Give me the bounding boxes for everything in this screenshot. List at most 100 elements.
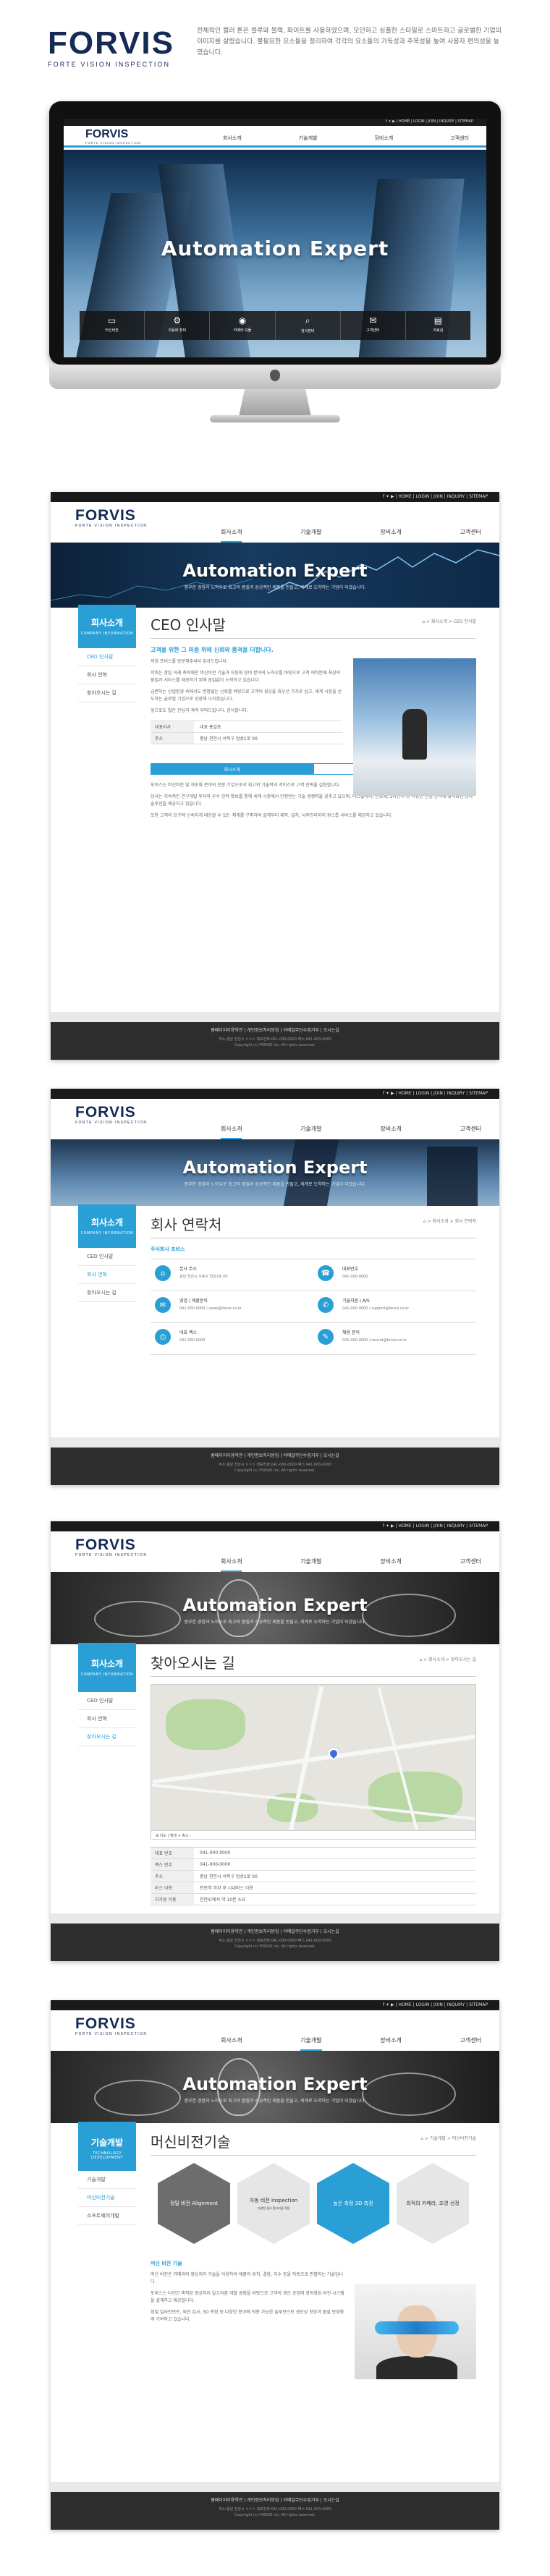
ceo-message: 고객을 위한 그 마음 위에 신뢰와 품격을 더합니다. 저희 포비스를 방문해… [151, 646, 342, 744]
quick-menu-item[interactable]: ▤ 자료실 [405, 311, 471, 340]
vision-photo [355, 2284, 476, 2379]
side-menu-item[interactable]: 소프트웨어개발 [78, 2207, 136, 2225]
map-controls[interactable]: ⊞ 지도 | 확대 + 축소 - [151, 1830, 475, 1839]
tab-paragraph: 당사는 지속적인 연구개발 투자와 우수 인력 확보를 통해 세계 시장에서 인… [151, 794, 473, 807]
hero-title: Automation Expert [182, 561, 368, 581]
footer-links[interactable]: 홈페이지이용약관 | 개인정보처리방침 | 이메일무단수집거부 | 오시는길 [51, 1928, 499, 1934]
nav-item[interactable]: 장비소개 [374, 135, 393, 142]
nav-item[interactable]: 고객센터 [450, 135, 469, 142]
footer-divider [51, 1437, 499, 1448]
feature-hexagon: 정밀 비전 Alignment [158, 2163, 230, 2244]
footer-links[interactable]: 홈페이지이용약관 | 개인정보처리방침 | 이메일무단수집거부 | 오시는길 [51, 1452, 499, 1458]
nav-item[interactable]: 기술개발 [300, 2036, 322, 2051]
site-logo-sub: FORTE VISION INSPECTION [75, 1553, 148, 1557]
apple-logo-icon [270, 370, 280, 381]
tab-paragraph: 또한 고객의 요구에 신속하게 대응할 수 있는 체계를 구축하여 설계부터 제… [151, 813, 393, 818]
nav-item[interactable]: 장비소개 [380, 1557, 401, 1572]
hexagon-label: 정밀 비전 Alignment [169, 2201, 219, 2206]
side-menu-item[interactable]: 회사 연혁 [78, 666, 136, 684]
imac-bezel: f ✦ ▶ | HOME | LOGIN | JOIN | INQUIRY | … [49, 101, 501, 365]
site-logo[interactable]: FORVIS FORTE VISION INSPECTION [75, 2016, 147, 2037]
nav-item[interactable]: 고객센터 [460, 2036, 481, 2051]
side-menu-item[interactable]: 찾아오시는 길 [78, 684, 136, 702]
utility-links[interactable]: f ✦ ▶ | HOME | LOGIN | JOIN | INQUIRY | … [386, 119, 473, 124]
footer-links[interactable]: 홈페이지이용약관 | 개인정보처리방침 | 이메일무단수집거부 | 오시는길 [51, 2496, 499, 2503]
quick-menu-item[interactable]: ▭ 머신비전 [80, 311, 145, 340]
breadcrumb[interactable]: ⌂ > 회사소개 > CEO 인사말 [422, 618, 476, 624]
hero-banner: Automation Expert 풍부한 경험과 노하우로 최고의 품질과 성… [51, 1139, 499, 1206]
side-menu-item[interactable]: 찾아오시는 길 [78, 1284, 136, 1302]
nav-item[interactable]: 장비소개 [380, 2036, 401, 2051]
quick-menu-label: 카메라 모듈 [233, 328, 252, 333]
nav-item[interactable]: 고객센터 [460, 1125, 481, 1139]
side-menu-item[interactable]: 회사 연혁 [78, 1266, 136, 1284]
design-description: 전체적인 컬러 톤은 블루와 블랙, 화이트를 사용하였으며, 모던하고 심플한… [197, 27, 502, 56]
row-label: 주소 [151, 733, 194, 744]
contact-value: 041-000-0000 / support@forvis.co.kr [342, 1306, 410, 1311]
utility-links[interactable]: f ✦ ▶ | HOME | LOGIN | JOIN | INQUIRY | … [383, 494, 488, 499]
utility-links[interactable]: f ✦ ▶ | HOME | LOGIN | JOIN | INQUIRY | … [383, 1523, 488, 1529]
nav-item[interactable]: 기술개발 [299, 135, 318, 142]
quick-menu-item[interactable]: ◉ 카메라 모듈 [210, 311, 276, 340]
side-menu-item[interactable]: CEO 인사말 [78, 648, 136, 666]
side-menu: CEO 인사말 회사 연혁 찾아오시는 길 [78, 648, 136, 702]
mail-icon: ✉ [155, 1297, 171, 1313]
side-menu-item[interactable]: CEO 인사말 [78, 1248, 136, 1266]
site-logo[interactable]: FORVIS FORTE VISION INSPECTION [75, 508, 148, 529]
row-value: 대표 홍길동 [200, 725, 221, 730]
hexagon-caption: 다양한 검사 알고리즘 적용 [257, 2206, 290, 2210]
feature-hexagon: 최적의 카메라, 조명 선정 [397, 2163, 469, 2244]
main-nav: 회사소개 기술개발 장비소개 고객센터 [221, 2036, 481, 2051]
nav-item[interactable]: 회사소개 [223, 135, 242, 142]
phone-icon: ☎ [318, 1265, 334, 1281]
vision-paragraph: 포비스는 다년간 축적된 영상처리 알고리즘 개발 경험을 바탕으로 고객의 생… [151, 2291, 344, 2303]
logo-subtitle: FORTE VISION INSPECTION [48, 61, 171, 68]
nav-item[interactable]: 고객센터 [460, 1557, 481, 1572]
utility-links[interactable]: f ✦ ▶ | HOME | LOGIN | JOIN | INQUIRY | … [383, 2002, 488, 2007]
quick-menu-item[interactable]: ✉ 고객센터 [340, 311, 406, 340]
vision-text: 머신 비전 기술 머신 비전은 카메라와 영상처리 기술을 이용하여 제품의 위… [151, 2260, 346, 2324]
side-menu-item[interactable]: 찾아오시는 길 [78, 1728, 136, 1746]
side-menu-item[interactable]: 기술개발 [78, 2171, 136, 2189]
imac-chin [49, 365, 501, 389]
nav-item[interactable]: 장비소개 [380, 1125, 401, 1139]
quick-menu-item[interactable]: ⚙ 자동화 장비 [145, 311, 211, 340]
side-menu-item[interactable]: 머신비전기술 [78, 2189, 136, 2207]
nav-item[interactable]: 기술개발 [300, 528, 321, 543]
side-menu-item[interactable]: 회사 연혁 [78, 1710, 136, 1728]
breadcrumb[interactable]: ⌂ > 회사소개 > 찾아오시는 길 [419, 1656, 476, 1662]
site-logo-sub: FORTE VISION INSPECTION [75, 524, 148, 528]
quick-menu-item[interactable]: ⌕ 검사장비 [275, 311, 341, 340]
nav-item[interactable]: 회사소개 [221, 1125, 242, 1139]
contact-item: ⎙ 대표 팩스 041-000-0000 [151, 1323, 313, 1355]
side-menu-item[interactable]: CEO 인사말 [78, 1692, 136, 1710]
nav-item[interactable]: 회사소개 [221, 1557, 242, 1572]
footer-divider [51, 1913, 499, 1924]
nav-item[interactable]: 장비소개 [380, 528, 401, 543]
breadcrumb[interactable]: ⌂ > 기술개발 > 머신비전기술 [420, 2135, 476, 2141]
nav-item[interactable]: 기술개발 [300, 1125, 321, 1139]
nav-item[interactable]: 기술개발 [300, 1557, 321, 1572]
hero-title: Automation Expert [182, 1595, 368, 1615]
main-nav: 회사소개 기술개발 장비소개 고객센터 [221, 1125, 481, 1139]
footer-links[interactable]: 홈페이지이용약관 | 개인정보처리방침 | 이메일무단수집거부 | 오시는길 [51, 1026, 499, 1033]
tab-company[interactable]: 회사소개 [151, 763, 313, 775]
hero-subtitle: 풍부한 경험과 노하우로 최고의 품질과 성공적인 제품을 만들고, 세계로 도… [184, 2099, 366, 2104]
nav-item[interactable]: 고객센터 [460, 528, 481, 543]
footer-address: 주소:충남 천안시 ㅇㅇㅇ 대표전화:041-000-0000 팩스:041-0… [219, 1463, 331, 1467]
nav-item[interactable]: 회사소개 [221, 528, 242, 543]
row-label: 버스 이용 [151, 1882, 194, 1893]
logo-text: FORVIS [48, 25, 175, 61]
vision-visor-graphic [375, 2321, 459, 2334]
site-logo[interactable]: FORVIS FORTE VISION INSPECTION [75, 1537, 148, 1558]
title-divider [151, 638, 476, 639]
location-map[interactable]: ⊞ 지도 | 확대 + 축소 - [151, 1684, 476, 1840]
hexagon-label: 자동 비전 Inspection [249, 2197, 298, 2203]
breadcrumb[interactable]: ⌂ > 회사소개 > 회사 연락처 [423, 1217, 476, 1224]
site-logo[interactable]: FORVIS FORTE VISION INSPECTION [85, 128, 141, 145]
site-logo[interactable]: FORVIS FORTE VISION INSPECTION [75, 1105, 147, 1126]
ceo-paragraph: 저희 포비스를 방문해주셔서 감사드립니다. [151, 659, 228, 664]
utility-links[interactable]: f ✦ ▶ | HOME | LOGIN | JOIN | INQUIRY | … [383, 1091, 488, 1096]
fax-icon: ⎙ [155, 1329, 171, 1345]
nav-item[interactable]: 회사소개 [221, 2036, 242, 2051]
